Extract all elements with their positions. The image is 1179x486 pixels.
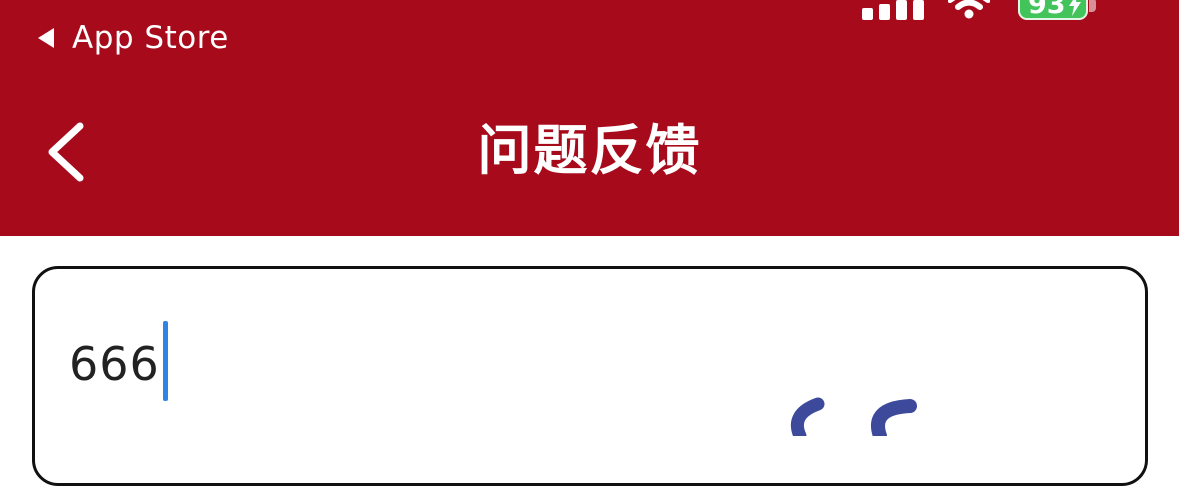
cellular-signal-icon <box>862 0 924 20</box>
handwriting-stroke <box>790 397 917 436</box>
return-app-label: App Store <box>72 20 229 56</box>
feedback-textarea[interactable]: 666 <box>32 266 1148 486</box>
top-app-bar: App Store 93 问题反馈 <box>0 0 1179 236</box>
text-cursor <box>163 321 168 401</box>
battery-tip <box>1089 0 1096 12</box>
battery-level: 93 <box>1028 0 1066 20</box>
return-to-app-store-link[interactable]: App Store <box>38 18 229 58</box>
charging-bolt-icon <box>1069 0 1081 16</box>
back-triangle-icon <box>38 28 54 48</box>
feedback-input-value: 666 <box>69 337 160 391</box>
battery-icon: 93 <box>1018 0 1088 20</box>
page-title: 问题反馈 <box>477 119 702 182</box>
wifi-icon <box>948 0 990 19</box>
